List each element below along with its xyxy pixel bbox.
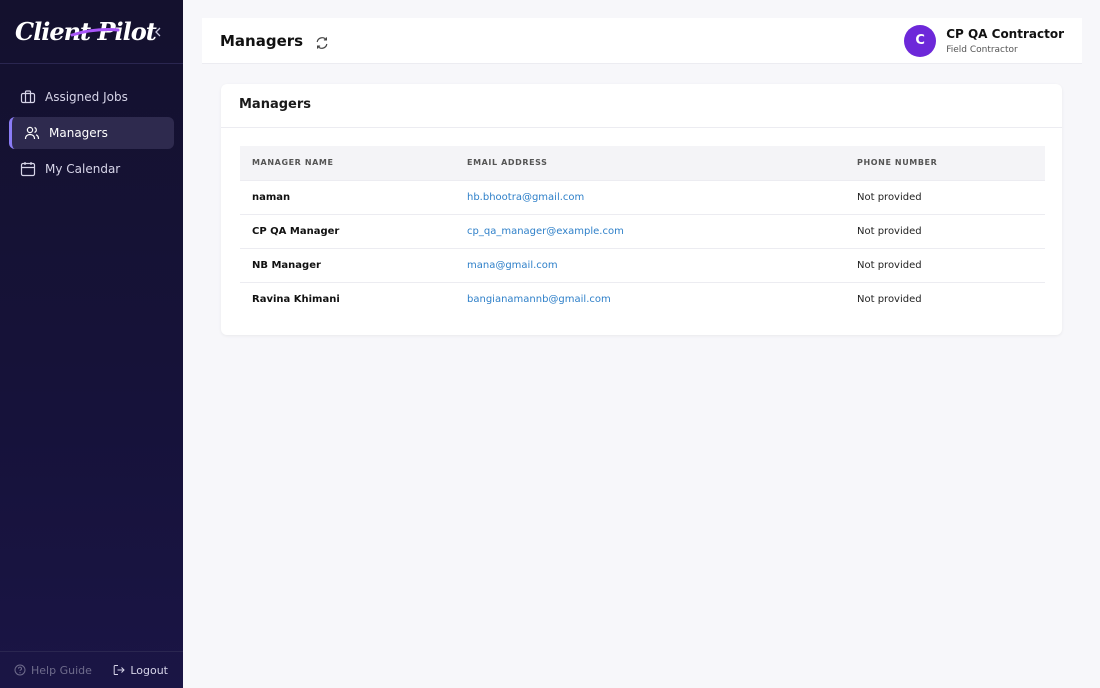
table-row: CP QA Manager cp_qa_manager@example.com … [240, 214, 1045, 248]
user-menu[interactable]: C CP QA Contractor Field Contractor [904, 24, 1064, 57]
sidebar: Client Pilot Assigned Jobs Managers My C… [0, 0, 183, 688]
sidebar-nav: Assigned Jobs Managers My Calendar [0, 64, 183, 189]
column-header-email: EMAIL ADDRESS [467, 158, 548, 168]
email-link[interactable]: cp_qa_manager@example.com [455, 214, 845, 248]
managers-card: Managers MANAGER NAME EMAIL ADDRESS PHON… [221, 84, 1062, 335]
user-role: Field Contractor [946, 44, 1018, 55]
column-header-phone: PHONE NUMBER [857, 158, 938, 168]
column-header-manager-name: MANAGER NAME [252, 158, 334, 168]
refresh-button[interactable] [315, 36, 329, 50]
help-guide-link[interactable]: Help Guide [14, 664, 92, 677]
avatar: C [904, 24, 937, 57]
manager-name-cell: naman [252, 191, 291, 203]
help-circle-icon [14, 664, 26, 676]
user-name: CP QA Contractor [946, 26, 1064, 41]
email-link[interactable]: mana@gmail.com [455, 248, 845, 282]
email-link[interactable]: bangianamannb@gmail.com [455, 282, 845, 316]
phone-cell: Not provided [857, 225, 922, 237]
user-info: CP QA Contractor Field Contractor [946, 27, 1064, 55]
sidebar-footer: Help Guide Logout [0, 651, 183, 688]
help-guide-label: Help Guide [31, 663, 92, 677]
table-row: NB Manager mana@gmail.com Not provided [240, 248, 1045, 282]
table-row: naman hb.bhootra@gmail.com Not provided [240, 180, 1045, 214]
chevron-left-icon [155, 27, 161, 37]
sidebar-item-label: Assigned Jobs [45, 90, 128, 104]
calendar-icon [20, 161, 36, 177]
briefcase-icon [20, 89, 36, 105]
card-title: Managers [221, 84, 1062, 128]
users-icon [24, 125, 40, 141]
phone-cell: Not provided [857, 191, 922, 203]
table-header-row: MANAGER NAME EMAIL ADDRESS PHONE NUMBER [240, 146, 1045, 180]
manager-name-cell: NB Manager [252, 259, 321, 271]
managers-table: MANAGER NAME EMAIL ADDRESS PHONE NUMBER … [240, 146, 1045, 316]
email-link[interactable]: hb.bhootra@gmail.com [455, 180, 845, 214]
phone-cell: Not provided [857, 259, 922, 271]
logo-swoosh-icon [70, 28, 120, 37]
logout-icon [114, 665, 126, 675]
manager-name-cell: Ravina Khimani [252, 293, 340, 305]
sidebar-item-label: Managers [49, 126, 108, 140]
top-header: Managers C CP QA Contractor Field Contra… [202, 18, 1082, 64]
logout-label: Logout [130, 663, 168, 677]
logo-row: Client Pilot [0, 0, 183, 64]
refresh-icon [316, 36, 328, 49]
phone-cell: Not provided [857, 293, 922, 305]
sidebar-item-label: My Calendar [45, 162, 121, 176]
logout-button[interactable]: Logout [113, 664, 168, 677]
collapse-sidebar-button[interactable] [150, 22, 166, 42]
manager-name-cell: CP QA Manager [252, 225, 340, 237]
sidebar-item-my-calendar[interactable]: My Calendar [9, 153, 174, 185]
sidebar-item-managers[interactable]: Managers [9, 117, 174, 149]
table-row: Ravina Khimani bangianamannb@gmail.com N… [240, 282, 1045, 316]
sidebar-item-assigned-jobs[interactable]: Assigned Jobs [9, 81, 174, 113]
page-title: Managers [220, 31, 304, 50]
